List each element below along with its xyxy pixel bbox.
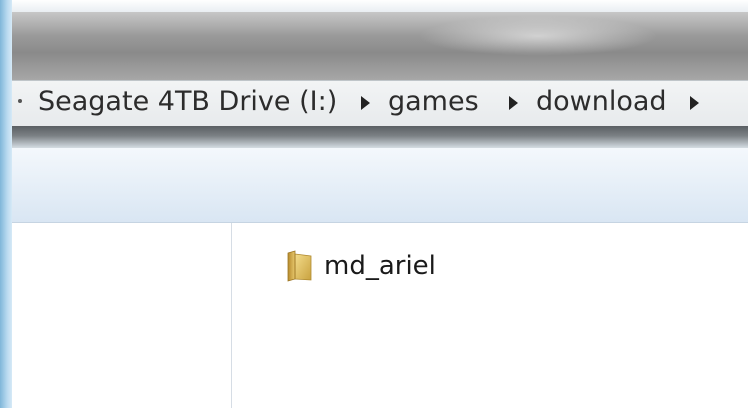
breadcrumb-separator-arrow-icon[interactable] (509, 96, 518, 110)
navigation-pane[interactable] (12, 223, 232, 408)
breadcrumb-separator-arrow-icon[interactable] (361, 96, 370, 110)
breadcrumb-download[interactable]: download (536, 88, 667, 115)
folder-name: md_ariel (324, 251, 436, 281)
address-bar-shadow (12, 126, 748, 148)
breadcrumb-overflow-dot (18, 99, 22, 103)
folder-item-md-ariel[interactable]: md_ariel (284, 246, 436, 286)
explorer-window: Seagate 4TB Drive (I:) games download md (0, 0, 748, 408)
title-bar (12, 12, 748, 80)
breadcrumb-drive[interactable]: Seagate 4TB Drive (I:) (38, 88, 337, 115)
breadcrumb-separator-arrow-icon[interactable] (690, 96, 699, 110)
command-toolbar (12, 148, 748, 223)
breadcrumb-games[interactable]: games (388, 88, 479, 115)
window-top-border (0, 0, 748, 12)
folder-icon (287, 250, 312, 282)
window-left-frame (0, 0, 12, 408)
